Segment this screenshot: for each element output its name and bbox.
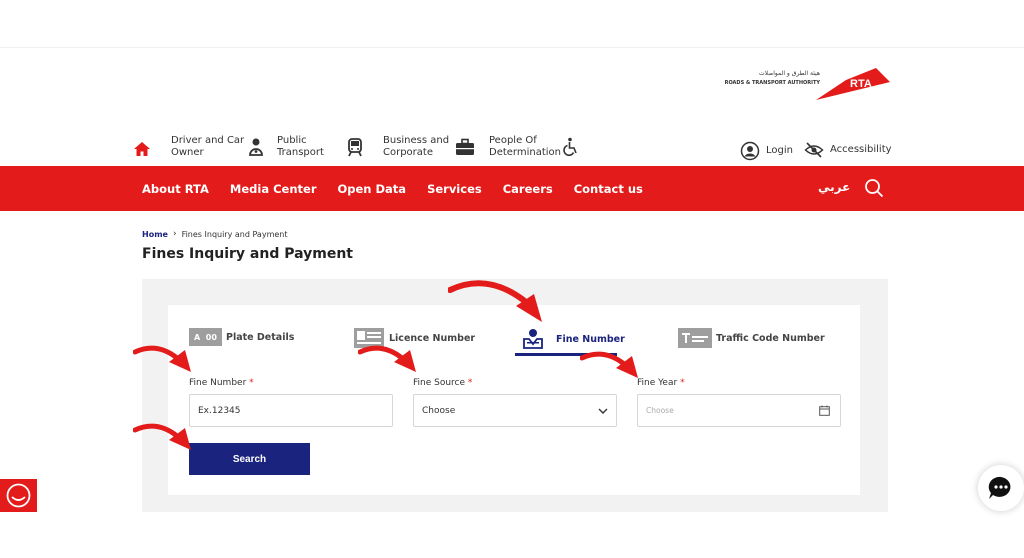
nav-business-line1: Business and xyxy=(383,135,450,146)
nav-transport-line2: Transport xyxy=(277,147,324,158)
menu-open-data[interactable]: Open Data xyxy=(338,182,407,196)
menu-services[interactable]: Services xyxy=(427,182,482,196)
menu-careers[interactable]: Careers xyxy=(503,182,553,196)
fine-year-label-text: Fine Year xyxy=(637,378,678,388)
chevron-right-icon: › xyxy=(172,229,177,239)
smiley-chatbot-button[interactable] xyxy=(0,479,37,512)
wheelchair-icon xyxy=(563,137,577,157)
annotation-arrow-icon xyxy=(358,345,416,372)
traffic-code-icon xyxy=(678,328,712,348)
fine-year-label: Fine Year * xyxy=(637,378,685,388)
required-mark: * xyxy=(680,378,685,388)
nav-transport-line1: Public xyxy=(277,135,307,146)
eye-slash-icon xyxy=(804,142,824,158)
user-circle-icon xyxy=(740,141,760,161)
top-strip xyxy=(0,0,1024,48)
fine-year-placeholder: Choose xyxy=(646,406,674,415)
rta-logo-mark-icon: RTA xyxy=(816,68,890,100)
smiley-icon xyxy=(6,483,31,508)
main-menu-bar: About RTA Media Center Open Data Service… xyxy=(0,166,1024,211)
fine-source-select[interactable]: Choose xyxy=(413,394,617,427)
calendar-icon[interactable] xyxy=(819,405,830,416)
nav-driver-line2: Owner xyxy=(171,147,204,158)
nav-business-line2: Corporate xyxy=(383,147,433,158)
accessibility-link[interactable]: Accessibility xyxy=(804,141,892,159)
logo-text: RTA xyxy=(850,78,872,90)
home-icon xyxy=(134,142,150,156)
tab-traffic-code-number[interactable]: Traffic Code Number xyxy=(678,328,825,348)
fine-receipt-icon xyxy=(523,329,543,349)
annotation-arrow-icon xyxy=(133,423,191,450)
required-mark: * xyxy=(249,378,254,388)
fine-number-input[interactable]: Ex.12345 xyxy=(189,394,393,427)
breadcrumb-home[interactable]: Home xyxy=(142,230,168,239)
driver-icon xyxy=(249,138,264,156)
nav-business-corporate[interactable]: Business and Corporate xyxy=(383,135,475,159)
briefcase-icon xyxy=(456,138,475,155)
fine-year-input[interactable]: Choose xyxy=(637,394,841,427)
annotation-arrow-icon xyxy=(580,351,638,378)
login-label: Login xyxy=(766,145,793,156)
nav-driver-car-owner[interactable]: Driver and Car Owner xyxy=(171,135,264,159)
tab-fine-number-label: Fine Number xyxy=(556,333,625,345)
top-navigation: Driver and Car Owner Public Transport Bu… xyxy=(130,135,892,167)
nav-driver-line1: Driver and Car xyxy=(171,135,245,146)
menu-about-rta[interactable]: About RTA xyxy=(142,182,209,196)
fine-source-label: Fine Source * xyxy=(413,378,472,388)
rta-logo[interactable]: هيئة الطرق و المواصلات ROADS & TRANSPORT… xyxy=(725,66,890,102)
menu-media-center[interactable]: Media Center xyxy=(230,182,317,196)
fine-number-label: Fine Number * xyxy=(189,378,254,388)
chat-bubble-icon xyxy=(988,476,1011,499)
required-mark: * xyxy=(467,378,473,388)
fine-source-value: Choose xyxy=(422,405,456,416)
fine-number-placeholder: Ex.12345 xyxy=(198,405,241,416)
accessibility-label: Accessibility xyxy=(830,144,892,155)
tab-plate-details-label: Plate Details xyxy=(226,331,295,343)
page-title: Fines Inquiry and Payment xyxy=(142,246,353,262)
bus-icon xyxy=(348,138,362,157)
fine-number-label-text: Fine Number xyxy=(189,378,247,388)
breadcrumb-current: Fines Inquiry and Payment xyxy=(181,229,288,239)
nav-public-transport[interactable]: Public Transport xyxy=(277,135,364,159)
language-toggle[interactable]: عربي xyxy=(818,180,850,194)
menu-contact-us[interactable]: Contact us xyxy=(574,182,643,196)
login-link[interactable]: Login xyxy=(740,141,793,161)
nav-people-line2: Determination xyxy=(489,147,562,158)
main-menu: About RTA Media Center Open Data Service… xyxy=(142,166,664,211)
chat-support-button[interactable] xyxy=(978,465,1024,511)
breadcrumb: Home › Fines Inquiry and Payment xyxy=(142,229,288,239)
tab-plate-details[interactable]: A 00 Plate Details xyxy=(189,328,294,346)
home-link[interactable] xyxy=(132,139,152,159)
annotation-arrow-icon xyxy=(448,280,542,322)
nav-people-of-determination[interactable]: People Of Determination xyxy=(489,135,578,159)
fine-source-label-text: Fine Source xyxy=(413,378,466,388)
search-button[interactable]: Search xyxy=(189,443,310,475)
search-icon[interactable] xyxy=(864,178,884,198)
tab-traffic-code-number-label: Traffic Code Number xyxy=(716,332,825,344)
nav-people-line1: People Of xyxy=(489,135,537,146)
annotation-arrow-icon xyxy=(133,345,191,372)
chevron-down-icon xyxy=(598,408,608,414)
